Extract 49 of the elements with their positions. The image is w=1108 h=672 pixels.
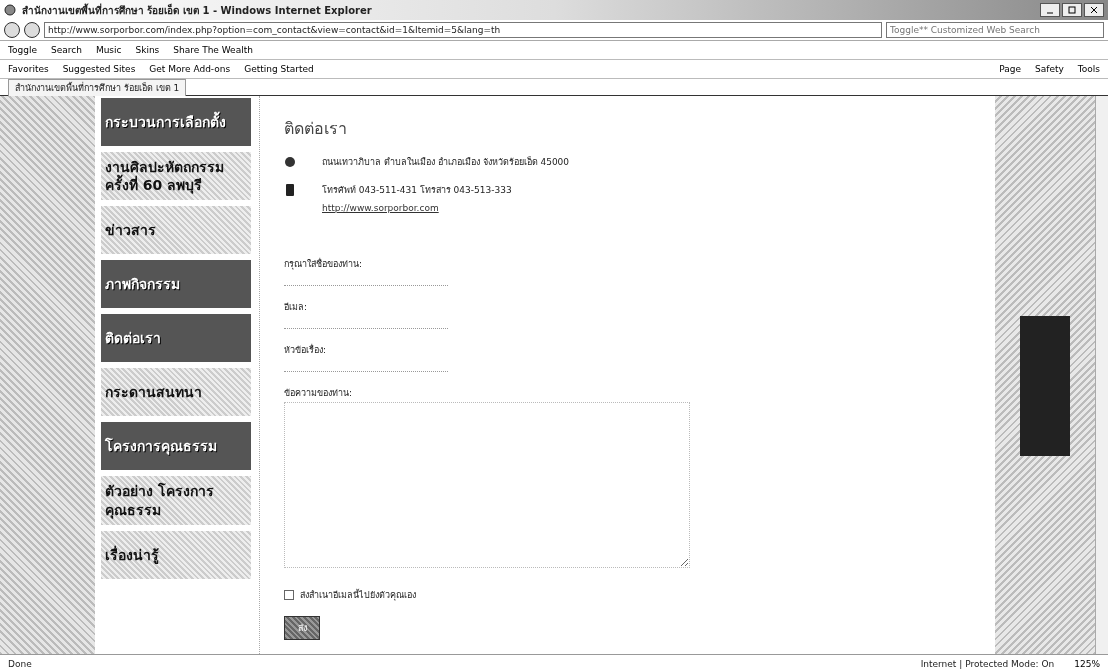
sidebar-banner[interactable]: กระดานสนทนา [101, 368, 251, 417]
toolbar-button[interactable]: Skins [135, 45, 160, 55]
favorites-link[interactable]: Favorites [8, 64, 49, 74]
zone-text: Internet | Protected Mode: On [920, 658, 1055, 669]
sidebar-banner[interactable]: ติดต่อเรา [101, 314, 251, 363]
sidebar-banner[interactable]: งานศิลปะหัตถกรรม ครั้งที่ 60 ลพบุรี [101, 152, 251, 201]
message-field[interactable] [284, 402, 690, 568]
favorites-link[interactable]: Suggested Sites [62, 64, 136, 74]
checkbox[interactable] [284, 590, 294, 600]
page-heading: ติดต่อเรา [284, 118, 348, 140]
favorites-link[interactable]: Getting Started [244, 64, 314, 74]
toolbar-button[interactable]: Music [95, 45, 122, 55]
command-button[interactable]: Tools [1077, 64, 1100, 74]
field-label: หัวข้อเรื่อง: [284, 343, 328, 357]
forward-button[interactable] [24, 22, 40, 38]
checkbox-label: ส่งสำเนาอีเมลนี้ไปยังตัวคุณเอง [300, 588, 416, 602]
toolbar-button[interactable]: Share The Wealth [173, 45, 253, 55]
phone-icon [284, 183, 296, 197]
sidebar-banner[interactable]: กระบวนการเลือกตั้ง [101, 98, 251, 146]
website-link[interactable]: http://www.sorporbor.com [322, 203, 512, 213]
address-text: ถนนเทวาภิบาล ตำบลในเมือง อำเภอเมือง จังหวัดร้อยเอ็ด 45000 [322, 155, 570, 169]
phone-text: โทรศัพท์ 043-511-431 โทรสาร 043-513-333 [322, 184, 512, 197]
submit-button[interactable]: ส่ง [284, 616, 320, 640]
field-label: ข้อความของท่าน: [284, 387, 354, 400]
status-text: Done [8, 658, 32, 669]
sidebar-banner[interactable]: เรื่องน่ารู้ [101, 530, 251, 579]
window-title: สำนักงานเขตพื้นที่การศึกษา ร้อยเอ็ด เขต 1 - Windows Internet Explorer [22, 2, 372, 18]
toolbar-button[interactable]: Toggle [8, 45, 37, 55]
maximize-button[interactable] [1062, 3, 1082, 17]
sidebar-banner[interactable]: ตัวอย่าง โครงการคุณธรรม [101, 476, 251, 525]
close-icon [1090, 6, 1098, 14]
field-label: อีเมล: [284, 301, 309, 314]
back-button[interactable] [4, 22, 20, 38]
sidebar-banner[interactable]: ภาพกิจกรรม [101, 260, 251, 309]
toolbar-button[interactable]: Search [50, 45, 82, 55]
browser-icon [4, 3, 16, 17]
address-field[interactable]: http://www.sorporbor.com/index.php?option=com_contact&view=contact&id=1&Itemid=5&lang=th [44, 22, 882, 38]
search-field[interactable]: Toggle** Customized Web Search [886, 22, 1104, 38]
field-label: กรุณาใส่ชื่อของท่าน: [284, 257, 364, 271]
favorites-link[interactable]: Get More Add-ons [149, 64, 231, 74]
scrollbar[interactable] [1095, 96, 1108, 654]
sidebar-banner[interactable]: โครงการคุณธรรม [101, 422, 251, 471]
minimize-button[interactable] [1040, 3, 1060, 17]
zoom-button[interactable]: 125% [1074, 658, 1100, 669]
maximize-icon [1068, 6, 1076, 14]
command-button[interactable]: Page [999, 64, 1022, 74]
close-button[interactable] [1084, 3, 1104, 17]
sidebar-banner[interactable]: ข่าวสาร [101, 206, 251, 255]
command-button[interactable]: Safety [1035, 64, 1064, 74]
